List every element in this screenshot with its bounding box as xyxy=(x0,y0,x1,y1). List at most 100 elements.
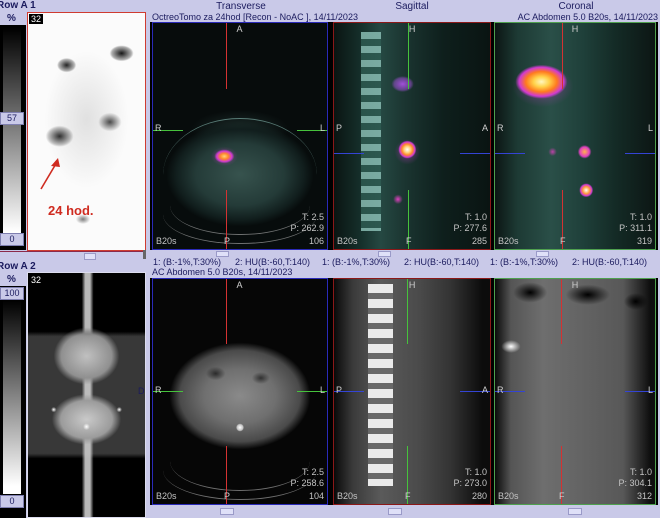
orientation-right: L xyxy=(647,123,653,133)
orientation-bottom: F xyxy=(559,491,565,501)
thickness-value: T: 2.5 xyxy=(301,212,324,222)
separator-tick xyxy=(143,250,146,259)
row-a2-upper-threshold-marker[interactable]: 100 xyxy=(0,287,24,300)
window-2-setting: 2: HU(B:-60,T:140) xyxy=(404,257,480,267)
position-value: P: 262.9 xyxy=(290,223,324,233)
thickness-value: T: 1.0 xyxy=(629,467,652,477)
orientation-left: P xyxy=(336,123,343,133)
fused-row: A R L P T: 2.5 P: 262.9 B20s 106 H P A F xyxy=(150,22,658,250)
window-2-setting: 2: HU(B:-60,T:140) xyxy=(572,257,648,267)
series-description-row1-right: AC Abdomen 5.0 B20s, 14/11/2023 xyxy=(517,12,658,22)
crosshair-horizontal[interactable] xyxy=(495,153,525,154)
ct-table-arc xyxy=(163,440,317,500)
column-title-coronal: Coronal xyxy=(558,1,594,12)
orientation-left: R xyxy=(155,123,162,133)
orientation-top: H xyxy=(571,280,579,290)
orientation-label-d: D xyxy=(138,386,145,396)
row-divider xyxy=(0,251,146,252)
column-title-sagittal: Sagittal xyxy=(395,1,429,12)
thickness-value: T: 1.0 xyxy=(464,467,487,477)
kernel-label: B20s xyxy=(498,491,519,501)
position-value: P: 258.6 xyxy=(290,478,324,488)
crosshair-vertical[interactable] xyxy=(226,23,227,89)
crosshair-horizontal[interactable] xyxy=(460,153,490,154)
crosshair-vertical[interactable] xyxy=(561,279,562,345)
annotation-arrow-icon xyxy=(40,158,60,190)
window-settings-transverse: 1: (B:-1%,T:30%) 2: HU(B:-60,T:140) xyxy=(153,257,324,267)
main-viewer: Transverse Sagittal Coronal OctreoTomo z… xyxy=(148,0,660,518)
viewport-fused-coronal[interactable]: H R L F T: 1.0 P: 311.1 B20s 319 xyxy=(494,22,656,250)
row-a2-gray-colorbar[interactable] xyxy=(3,300,21,494)
orientation-right: L xyxy=(319,385,325,395)
sidebar-scrollbar-thumb[interactable] xyxy=(84,253,96,260)
row-a1-gray-colorbar[interactable] xyxy=(3,28,21,245)
crosshair-horizontal[interactable] xyxy=(334,153,364,154)
column-scrollbar-thumb[interactable] xyxy=(220,508,234,515)
thickness-value: T: 2.5 xyxy=(301,467,324,477)
orientation-right: A xyxy=(481,123,488,133)
spine-structure xyxy=(368,283,394,486)
series-description-row1: OctreoTomo za 24hod [Recon - NoAC ], 14/… xyxy=(152,12,358,22)
orientation-bottom: F xyxy=(406,236,412,246)
position-value: P: 277.6 xyxy=(453,223,487,233)
orientation-top: H xyxy=(408,280,416,290)
orientation-top: H xyxy=(571,24,579,34)
orientation-right: L xyxy=(647,385,653,395)
slice-number: 285 xyxy=(471,236,487,246)
orientation-left: R xyxy=(155,385,162,395)
kernel-label: B20s xyxy=(337,491,358,501)
orientation-right: A xyxy=(481,385,488,395)
ct-table-arc xyxy=(163,185,317,245)
row-a1-lower-threshold-marker[interactable]: 0 xyxy=(0,233,24,246)
kernel-label: B20s xyxy=(498,236,519,246)
window-settings-sagittal: 1: (B:-1%,T:30%) 2: HU(B:-60,T:140) xyxy=(322,257,493,267)
window-settings-coronal: 1: (B:-1%,T:30%) 2: HU(B:-60,T:140) xyxy=(490,257,660,267)
slice-number: 319 xyxy=(636,236,652,246)
row-a2-title: Row A 2 xyxy=(0,261,36,272)
row-a1-frame-count-badge: 32 xyxy=(29,14,44,24)
orientation-left: P xyxy=(336,385,343,395)
row-a1-upper-threshold-marker[interactable]: 57 xyxy=(0,112,24,125)
window-2-setting: 2: HU(B:-60,T:140) xyxy=(235,257,311,267)
column-title-transverse: Transverse xyxy=(216,1,266,12)
viewport-ct-coronal[interactable]: H R L F T: 1.0 P: 304.1 B20s 312 xyxy=(494,278,656,505)
slice-number: 280 xyxy=(471,491,487,501)
row-a2-percent-label: % xyxy=(7,274,16,285)
thickness-value: T: 1.0 xyxy=(464,212,487,222)
orientation-top: H xyxy=(408,24,416,34)
crosshair-vertical[interactable] xyxy=(562,23,563,89)
thickness-value: T: 1.0 xyxy=(629,212,652,222)
time-annotation: 24 hod. xyxy=(48,203,94,218)
row-a2-lower-threshold-marker[interactable]: 0 xyxy=(0,495,24,508)
orientation-left: R xyxy=(497,123,504,133)
orientation-bottom: P xyxy=(224,236,231,246)
window-1-setting: 1: (B:-1%,T:30%) xyxy=(322,257,391,267)
row-a2-ct-mip-viewport[interactable]: 32 xyxy=(27,272,146,518)
window-1-setting: 1: (B:-1%,T:30%) xyxy=(490,257,559,267)
viewport-fused-sagittal[interactable]: H P A F T: 1.0 P: 277.6 B20s 285 xyxy=(333,22,491,250)
slice-number: 312 xyxy=(636,491,652,501)
slice-number: 104 xyxy=(308,491,324,501)
position-value: P: 273.0 xyxy=(453,478,487,488)
viewport-fused-transverse[interactable]: A R L P T: 2.5 P: 262.9 B20s 106 xyxy=(152,22,328,250)
orientation-bottom: F xyxy=(560,236,566,246)
orientation-left: R xyxy=(497,385,504,395)
row-a1-scintigram-viewport[interactable]: 32 24 hod. xyxy=(27,12,146,251)
column-scrollbar-thumb[interactable] xyxy=(568,508,582,515)
row-a2-frame-count-badge: 32 xyxy=(31,275,42,285)
kernel-label: B20s xyxy=(156,491,177,501)
window-1-setting: 1: (B:-1%,T:30%) xyxy=(153,257,222,267)
column-scrollbar-thumb[interactable] xyxy=(388,508,402,515)
crosshair-horizontal[interactable] xyxy=(625,153,655,154)
position-value: P: 311.1 xyxy=(619,223,652,233)
crosshair-vertical[interactable] xyxy=(226,279,227,345)
crosshair-vertical[interactable] xyxy=(407,279,408,345)
orientation-top: A xyxy=(236,24,243,34)
viewport-ct-sagittal[interactable]: H P A F T: 1.0 P: 273.0 B20s 280 xyxy=(333,278,491,505)
viewport-ct-transverse[interactable]: A R L P T: 2.5 P: 258.6 B20s 104 xyxy=(152,278,328,505)
kernel-label: B20s xyxy=(156,236,177,246)
row-a1-percent-label: % xyxy=(7,13,16,24)
row-a1-title: Row A 1 xyxy=(0,0,36,11)
application-window: Row A 1 % 57 0 32 24 hod. Row A 2 % 100 … xyxy=(0,0,660,518)
position-value: P: 304.1 xyxy=(618,478,652,488)
